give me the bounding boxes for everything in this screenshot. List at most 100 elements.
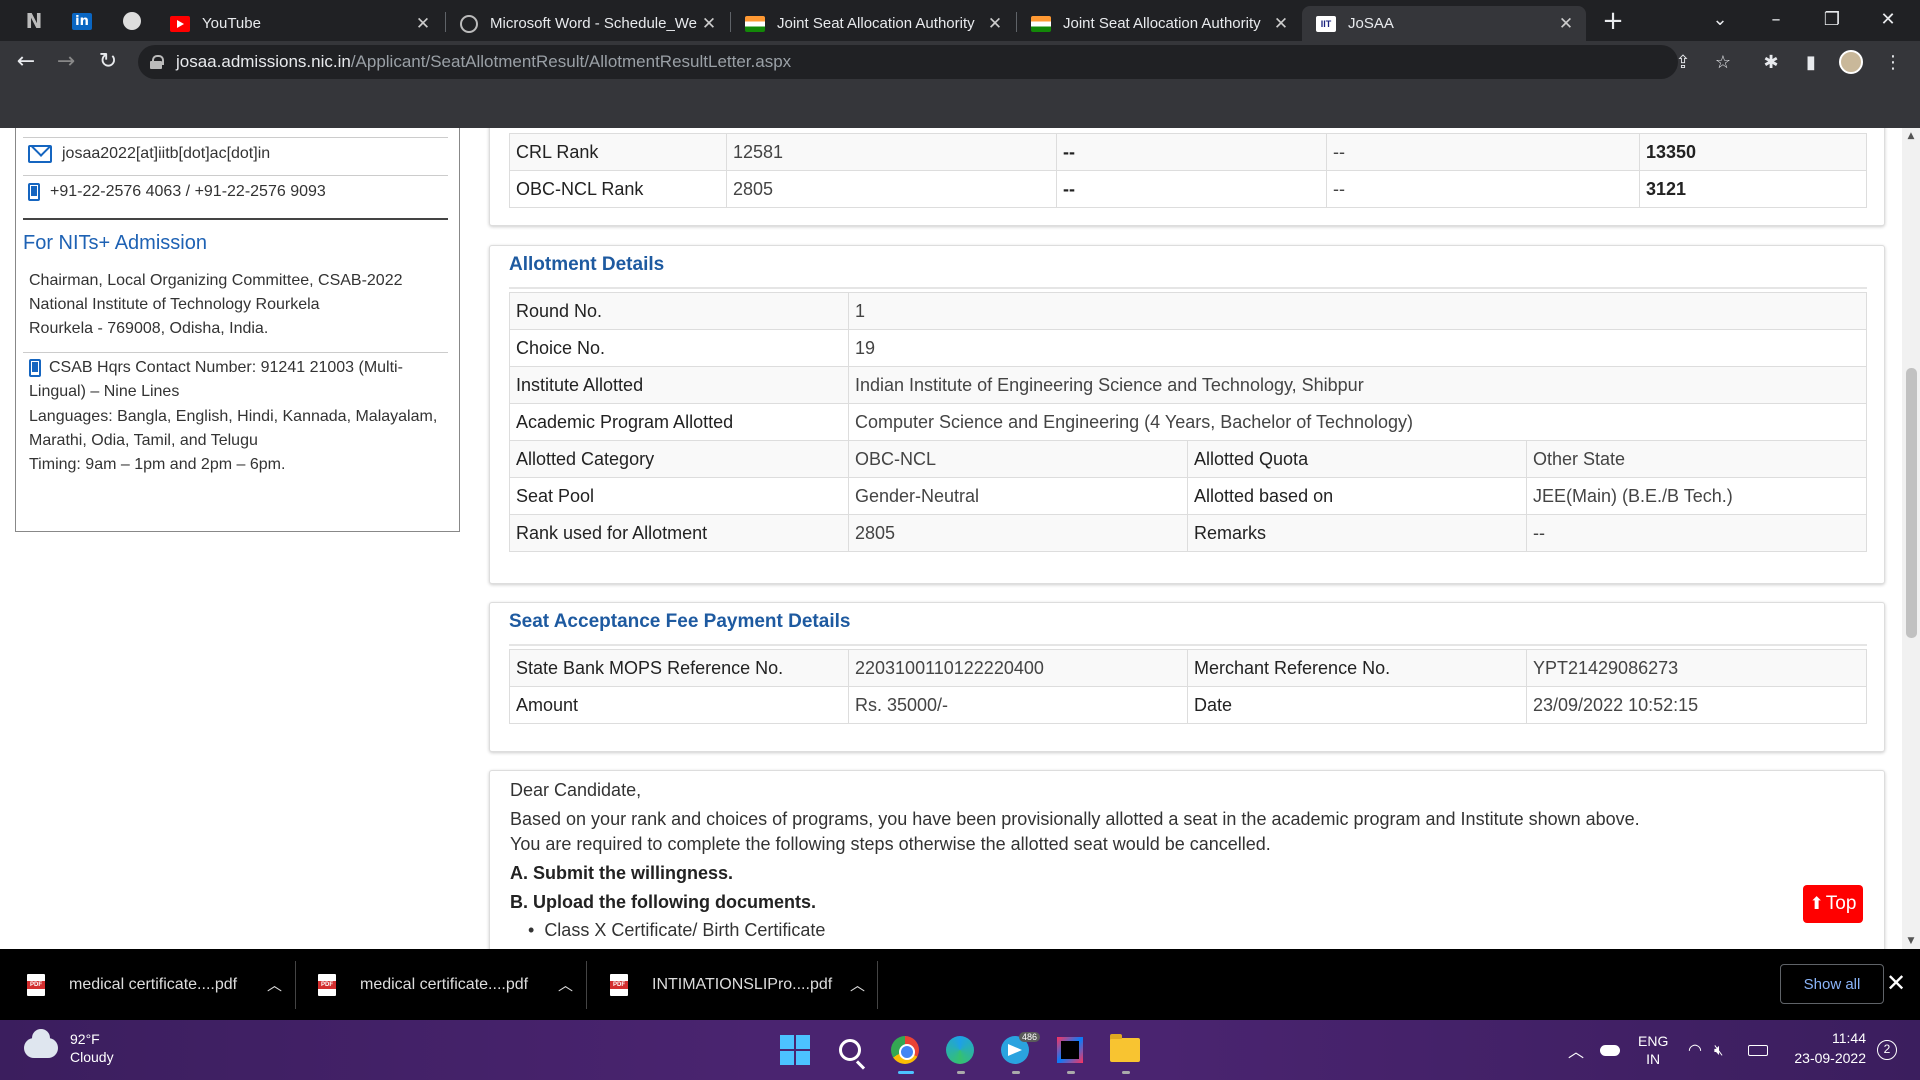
profile-avatar[interactable] — [1838, 50, 1864, 76]
pinned-tab-notion[interactable]: N — [12, 6, 56, 36]
unread-badge: 486 — [1019, 1032, 1041, 1042]
chevron-up-icon[interactable]: ︿ — [1568, 1020, 1584, 1080]
pinned-tab-site[interactable] — [110, 6, 154, 36]
lock-icon[interactable] — [150, 55, 164, 69]
onedrive-icon[interactable] — [1600, 1020, 1620, 1080]
tab-josaa-active[interactable]: IIT JoSAA ✕ — [1302, 6, 1586, 41]
taskbar-telegram[interactable]: 486 — [997, 1032, 1041, 1068]
start-button[interactable] — [777, 1032, 813, 1068]
rank-used-value: 2805 — [848, 514, 1188, 552]
email-text: josaa2022[at]iitb[dot]ac[dot]in — [62, 145, 271, 162]
reload-icon[interactable]: ↻ — [92, 47, 124, 79]
quota-value: Other State — [1526, 440, 1867, 478]
merchant-label: Merchant Reference No. — [1187, 649, 1527, 687]
close-tab-icon[interactable]: ✕ — [413, 14, 433, 34]
rank-table: CRL Rank 12581 -- -- 13350 OBC-NCL Rank … — [509, 133, 1867, 208]
side-panel-icon[interactable]: ▮ — [1798, 50, 1824, 76]
system-clock[interactable]: 11:44 23-09-2022 — [1786, 1028, 1866, 1068]
chevron-up-icon[interactable]: ︿ — [850, 974, 865, 995]
letter-greeting: Dear Candidate, — [510, 780, 642, 800]
rank-used-label: Rank used for Allotment — [509, 514, 849, 552]
rank-cell: -- — [1056, 170, 1327, 208]
tab-josaa-2[interactable]: Joint Seat Allocation Authority ✕ — [1017, 6, 1301, 41]
tab-josaa-1[interactable]: Joint Seat Allocation Authority ✕ — [731, 6, 1015, 41]
taskbar-edge[interactable] — [942, 1032, 978, 1068]
rank-label: CRL Rank — [509, 133, 727, 171]
search-button[interactable] — [832, 1032, 868, 1068]
address-bar[interactable]: josaa.admissions.nic.in/Applicant/SeatAl… — [138, 45, 1678, 79]
phone-icon — [28, 183, 40, 201]
new-tab-button[interactable]: + — [1598, 6, 1628, 36]
tab-youtube[interactable]: YouTube ✕ — [156, 6, 443, 41]
table-row: Rank used for Allotment 2805 Remarks -- — [509, 514, 1867, 552]
remarks-value: -- — [1526, 514, 1867, 552]
back-icon[interactable]: ← — [10, 47, 42, 79]
rank-cell: 13350 — [1639, 133, 1867, 171]
contact-sidebar: josaa2022[at]iitb[dot]ac[dot]in +91-22-2… — [15, 128, 460, 532]
url-path: /Applicant/SeatAllotmentResult/Allotment… — [350, 52, 792, 71]
rank-cell: -- — [1326, 133, 1640, 171]
close-tab-icon[interactable]: ✕ — [985, 14, 1005, 34]
pool-label: Seat Pool — [509, 477, 849, 515]
chevron-up-icon[interactable]: ︿ — [558, 974, 573, 995]
round-value: 1 — [848, 292, 1867, 330]
pinned-tab-linkedin[interactable]: in — [60, 6, 104, 36]
india-flag-icon — [1031, 15, 1051, 32]
download-item[interactable]: medical certificate....pdf ︿ — [27, 949, 282, 1020]
download-filename: medical certificate....pdf — [69, 975, 238, 993]
share-icon[interactable]: ⇪ — [1670, 50, 1696, 76]
mail-icon — [28, 145, 52, 163]
intellij-icon — [1057, 1037, 1083, 1063]
download-item[interactable]: INTIMATIONSLIPro....pdf ︿ — [610, 949, 865, 1020]
forward-icon[interactable]: → — [50, 47, 82, 79]
letter-line: Based on your rank and choices of progra… — [510, 809, 1640, 829]
menu-icon[interactable]: ⋮ — [1880, 50, 1906, 76]
clock-date: 23-09-2022 — [1794, 1050, 1866, 1066]
weather-widget[interactable]: 92°F Cloudy — [24, 1029, 114, 1066]
close-tab-icon[interactable]: ✕ — [699, 14, 719, 34]
globe-icon — [123, 12, 141, 30]
scroll-down-icon[interactable]: ▼ — [1902, 933, 1920, 949]
wifi-icon[interactable]: ◠ — [1688, 1020, 1702, 1080]
document-name: Class X Certificate/ Birth Certificate — [544, 920, 826, 940]
show-all-button[interactable]: Show all — [1780, 964, 1884, 1004]
scroll-up-icon[interactable]: ▲ — [1902, 128, 1920, 144]
edge-icon — [946, 1036, 974, 1064]
scrollbar[interactable]: ▲ ▼ — [1902, 128, 1920, 949]
download-item[interactable]: medical certificate....pdf ︿ — [318, 949, 573, 1020]
rank-cell: 2805 — [726, 170, 1057, 208]
notification-badge[interactable]: 2 — [1877, 1040, 1897, 1060]
battery-icon[interactable] — [1748, 1020, 1768, 1080]
tab-word-schedule[interactable]: Microsoft Word - Schedule_We ✕ — [446, 6, 729, 41]
taskbar-file-explorer[interactable] — [1107, 1032, 1143, 1068]
close-tab-icon[interactable]: ✕ — [1271, 14, 1291, 34]
restore-button[interactable]: ❐ — [1804, 0, 1860, 38]
download-filename: INTIMATIONSLIPro....pdf — [652, 975, 833, 993]
weather-condition: Cloudy — [70, 1049, 114, 1065]
language-indicator[interactable]: ENG IN — [1638, 1020, 1668, 1080]
close-tab-icon[interactable]: ✕ — [1556, 14, 1576, 34]
address-line: National Institute of Technology Rourkel… — [29, 296, 320, 313]
mops-value: 2203100110122220400 — [848, 649, 1188, 687]
taskbar-intellij[interactable] — [1052, 1032, 1088, 1068]
taskbar-chrome[interactable] — [887, 1032, 923, 1068]
close-window-button[interactable]: ✕ — [1860, 0, 1916, 38]
linkedin-icon: in — [72, 12, 92, 30]
chevron-up-icon[interactable]: ︿ — [267, 974, 282, 995]
address-line: Rourkela - 769008, Odisha, India. — [29, 320, 269, 337]
volume-muted-icon[interactable]: 🔇︎ — [1714, 1020, 1723, 1080]
windows-logo-icon — [780, 1035, 810, 1065]
table-row: OBC-NCL Rank 2805 -- -- 3121 — [509, 170, 1867, 208]
back-to-top-button[interactable]: ⬆ Top — [1803, 885, 1863, 923]
tab-search-icon[interactable]: ⌄ — [1692, 0, 1748, 38]
minimize-button[interactable]: – — [1748, 0, 1804, 38]
close-downloads-icon[interactable]: ✕ — [1886, 969, 1906, 998]
scrollbar-thumb[interactable] — [1906, 368, 1917, 638]
extensions-icon[interactable]: ✱ — [1758, 50, 1784, 76]
bookmark-star-icon[interactable]: ☆ — [1710, 50, 1736, 76]
clock-time: 11:44 — [1832, 1030, 1866, 1046]
contact-line: Lingual) – Nine Lines — [29, 383, 180, 400]
rank-cell: 12581 — [726, 133, 1057, 171]
address-line: Chairman, Local Organizing Committee, CS… — [29, 272, 403, 289]
phone-text: +91-22-2576 4063 / +91-22-2576 9093 — [50, 183, 326, 200]
